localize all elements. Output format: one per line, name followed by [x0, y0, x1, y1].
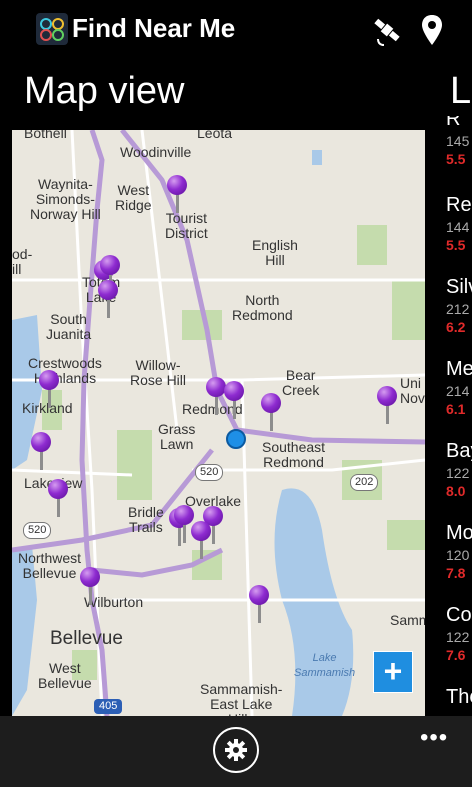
place-pin-icon[interactable] [80, 567, 100, 605]
place-pin-icon[interactable] [206, 377, 226, 415]
list-item-distance: 5.5 [446, 151, 466, 167]
list-item[interactable]: Mo 120 7.8 [446, 522, 472, 581]
place-pin-icon[interactable] [191, 521, 211, 559]
map-label-bothell: Bothell [24, 130, 67, 141]
map-label-west-bellevue: West Bellevue [38, 660, 92, 691]
list-item[interactable]: Me 214 6.1 [446, 358, 472, 417]
gear-icon [225, 739, 247, 761]
map-label-bridle-trails: Bridle Trails [128, 504, 164, 535]
place-pin-icon[interactable] [167, 175, 187, 213]
map-label-leota: Leota [197, 130, 233, 141]
place-pin-icon[interactable] [48, 479, 68, 517]
list-item-name: Me [446, 358, 472, 380]
list-item-address: 122 [446, 629, 470, 645]
map-label-bear-creek: Bear Creek [282, 367, 320, 398]
map-label-lake-sammamish: Lake Sammamish [294, 652, 356, 679]
map-label-north-redmond: North Redmond [232, 292, 293, 323]
app-logo-icon [36, 13, 68, 45]
map-label-tourist-district: Tourist District [165, 210, 208, 241]
map-view[interactable]: Bothell Leota Woodinville Waynita- Simon… [12, 130, 425, 716]
list-item[interactable]: Bay 122 8.0 [446, 440, 472, 499]
list-item-name: Co [446, 604, 472, 626]
map-label-west-ridge: West Ridge [115, 182, 152, 213]
place-pin-icon[interactable] [261, 393, 281, 431]
map-label-uni-nov: Uni Nov [400, 375, 425, 406]
more-options-button[interactable]: ••• [420, 724, 448, 752]
list-item[interactable]: Silv 212 6.2 [446, 276, 472, 335]
highway-shield-405: 405 [94, 699, 123, 714]
map-label-northwest-bellevue: Northwest Bellevue [18, 550, 82, 581]
highway-shield-520-west: 520 [23, 522, 52, 539]
list-item-distance: 6.1 [446, 401, 466, 417]
list-item-address: 120 [446, 547, 470, 563]
list-item-name: Mo [446, 522, 472, 544]
highway-shield-202: 202 [350, 474, 379, 491]
map-label-english-hill: English Hill [252, 237, 298, 268]
map-label-southeast-redmond: Southeast Redmond [262, 439, 326, 470]
list-item-address: 145 [446, 133, 470, 149]
place-pin-icon[interactable] [31, 432, 51, 470]
list-item-distance: 5.5 [446, 237, 466, 253]
settings-button[interactable] [213, 727, 259, 773]
map-label-bellevue: Bellevue [50, 628, 123, 649]
map-label-willow-rose-hill: Willow- Rose Hill [130, 357, 187, 388]
app-title: Find Near Me [72, 13, 236, 43]
place-pin-icon[interactable] [224, 381, 244, 419]
map-label-od-ill: od- ill [12, 246, 33, 277]
page-title-map-view: Map view [24, 70, 185, 112]
places-list[interactable]: R 145 5.5 Res 144 5.5 Silv 212 6.2 Me 21… [446, 116, 472, 716]
location-pin-icon[interactable] [414, 12, 450, 48]
list-item-address: 144 [446, 219, 470, 235]
map-label-waynita: Waynita- Simonds- Norway Hill [30, 176, 101, 222]
list-item-address: 122 [446, 465, 470, 481]
list-item-distance: 7.6 [446, 647, 466, 663]
list-item-name: Bay [446, 440, 472, 462]
list-item-name: Res [446, 194, 472, 216]
list-item[interactable]: Res 144 5.5 [446, 194, 472, 253]
map-label-sammamish-east-lake-hills: Sammamish- East Lake Hills [200, 681, 283, 717]
list-item-address: 214 [446, 383, 470, 399]
list-item-distance: 7.8 [446, 565, 466, 581]
place-pin-icon[interactable] [249, 585, 269, 623]
list-item[interactable]: R 145 5.5 [446, 116, 472, 167]
app-header: Find Near Me [0, 0, 472, 60]
map-label-woodinville: Woodinville [120, 144, 192, 160]
satellite-icon[interactable] [369, 12, 405, 48]
list-item-name: Silv [446, 276, 472, 298]
list-item-address: 212 [446, 301, 470, 317]
list-item-distance: 8.0 [446, 483, 466, 499]
map-label-south-juanita: South Juanita [46, 311, 92, 342]
list-item-distance: 6.2 [446, 319, 466, 335]
place-pin-icon[interactable] [39, 370, 59, 408]
add-button[interactable]: + [373, 651, 413, 693]
list-item-name: The [446, 686, 472, 708]
map-label-samm: Samm [390, 612, 425, 628]
list-item-name: R [446, 116, 461, 130]
next-pivot-title[interactable]: Li [450, 70, 472, 113]
list-item[interactable]: The [446, 686, 472, 709]
list-item[interactable]: Co 122 7.6 [446, 604, 472, 663]
place-pin-icon[interactable] [98, 280, 118, 318]
app-bar: ••• [0, 716, 472, 787]
current-location-marker [226, 429, 246, 449]
place-pin-icon[interactable] [377, 386, 397, 424]
highway-shield-520: 520 [195, 464, 224, 481]
map-label-grass-lawn: Grass Lawn [158, 421, 196, 452]
